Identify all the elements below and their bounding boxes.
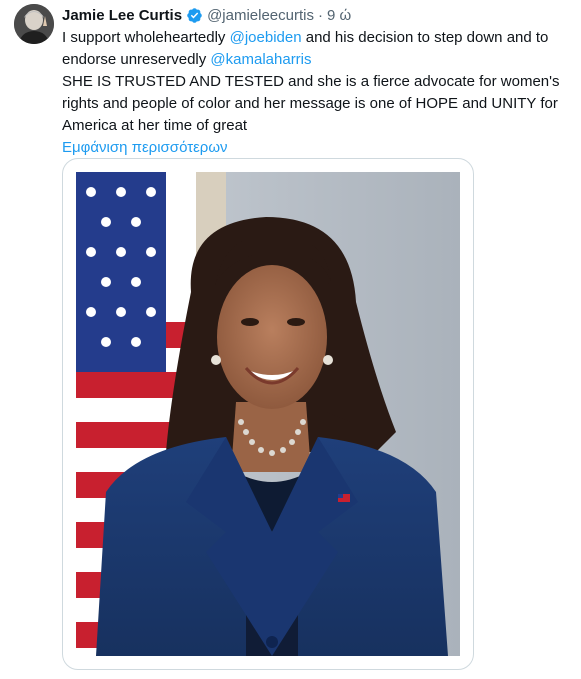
tweet-text-line: SHE IS TRUSTED AND TESTED and she is a f… [62,73,560,90]
timestamp[interactable]: 9 ώ [327,7,351,24]
portrait-photo[interactable] [76,172,460,656]
avatar[interactable] [14,4,54,44]
separator-dot: · [318,6,323,24]
tweet-text-line: rights and people of color and her messa… [62,95,558,112]
author-handle[interactable]: @jamieleecurtis [207,7,314,24]
show-more-link[interactable]: Εμφάνιση περισσότερων [62,137,570,159]
tweet-text-line: America at her time of great [62,117,248,134]
tweet-text-segment: and his decision to step down and to [301,29,549,46]
mention-kamalaharris-link[interactable]: @kamalaharris [210,51,311,68]
tweet-text-segment: I support wholeheartedly [62,29,230,46]
tweet-text: I support wholeheartedly @joebiden and h… [62,27,570,159]
mention-joebiden-link[interactable]: @joebiden [230,29,302,46]
tweet-text-segment: endorse unreservedly [62,51,211,68]
author-name[interactable]: Jamie Lee Curtis [62,7,182,24]
verified-badge-icon [186,7,203,24]
tweet-card[interactable]: Jamie Lee Curtis @jamieleecurtis · 9 ώ I… [0,0,581,679]
tweet-media[interactable] [62,158,474,670]
